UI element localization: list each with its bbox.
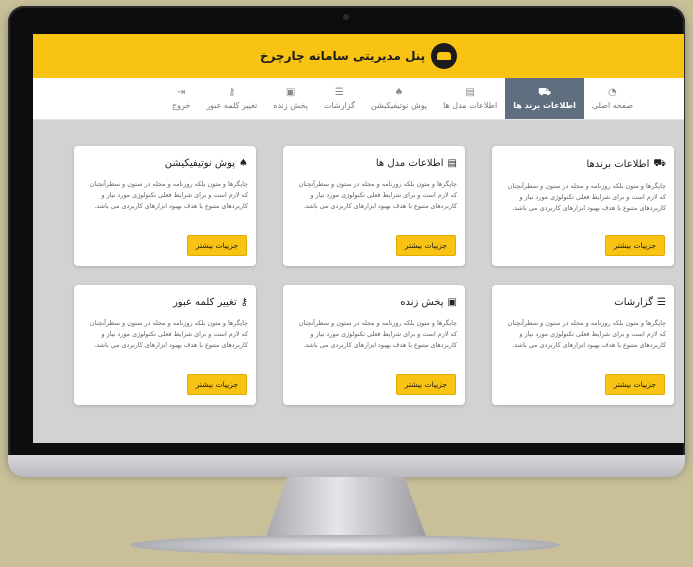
monitor-base [130,535,560,555]
list-icon: ☰ [334,86,344,98]
card-push-notification: ♠ پوش نوتیفیکیشن چاپگرها و متون بلکه روزن… [74,146,256,266]
card-title: اطلاعات مدل ها [375,158,444,169]
screen: پنل مدیریتی سامانه چارچرخ ◔ صفحه اصلی ⛟ … [33,34,684,443]
key-icon: ⚷ [228,86,236,98]
logout-icon: ⇥ [176,86,186,98]
card-title: پوش نوتیفیکیشن [164,158,236,169]
card-title: تغییر کلمه عبور [172,297,237,308]
webcam [343,14,349,20]
card-title: اطلاعات برندها [586,159,650,170]
video-icon: ▣ [285,86,296,98]
details-button[interactable]: جزییات بیشتر [604,374,665,395]
car-icon: ▤ [447,158,457,169]
card-text: چاپگرها و متون بلکه روزنامه و مجله در ست… [298,319,457,349]
truck-icon: ⛟ [538,86,551,98]
card-text: چاپگرها و متون بلکه روزنامه و مجله در ست… [507,319,666,349]
nav-item-logout[interactable]: ⇥ خروج [164,78,198,119]
header-bar: پنل مدیریتی سامانه چارچرخ [33,34,684,78]
details-button[interactable]: جزییات بیشتر [186,235,247,256]
nav-item-reports[interactable]: ☰ گزارشات [316,78,363,119]
nav-item-label: اطلاعات برند ها [513,100,576,110]
card-brands: ⛟ اطلاعات برندها چاپگرها و متون بلکه روزن… [492,146,674,266]
monitor-stand [265,477,427,539]
details-button[interactable]: جزییات بیشتر [604,235,665,256]
card-text: چاپگرها و متون بلکه روزنامه و مجله در ست… [298,180,457,210]
card-text: چاپگرها و متون بلکه روزنامه و مجله در ست… [507,182,666,212]
nav-item-home[interactable]: ◔ صفحه اصلی [584,78,641,119]
card-reports: ☰ گزارشات چاپگرها و متون بلکه روزنامه و م… [492,285,674,405]
card-change-password: ⚷ تغییر کلمه عبور چاپگرها و متون بلکه روز… [74,285,256,405]
details-button[interactable]: جزییات بیشتر [186,374,247,395]
nav-item-brands[interactable]: ⛟ اطلاعات برند ها [505,78,584,119]
card-title: پخش زنده [400,297,444,308]
nav-item-models[interactable]: ▤ اطلاعات مدل ها [435,78,505,119]
details-button[interactable]: جزییات بیشتر [395,235,456,256]
nav-item-label: پوش نوتیفیکیشن [370,100,428,110]
card-models: ▤ اطلاعات مدل ها چاپگرها و متون بلکه روزن… [283,146,465,266]
nav-item-label: گزارشات [323,100,355,110]
car-icon: ▤ [465,86,475,98]
card-live-stream: ▣ پخش زنده چاپگرها و متون بلکه روزنامه و … [283,285,465,405]
key-icon: ⚷ [240,297,248,308]
nav-item-label: خروج [171,100,191,110]
nav-bar: ◔ صفحه اصلی ⛟ اطلاعات برند ها ▤ اطلاعات … [33,78,684,120]
card-text: چاپگرها و متون بلکه روزنامه و مجله در ست… [89,319,248,349]
nav-item-label: صفحه اصلی [591,100,633,110]
video-icon: ▣ [447,297,457,308]
nav-item-label: اطلاعات مدل ها [443,100,498,110]
page-title: پنل مدیریتی سامانه چارچرخ [259,49,426,63]
nav-item-label: پخش زنده [273,100,308,110]
card-text: چاپگرها و متون بلکه روزنامه و مجله در ست… [89,180,248,210]
monitor-chin [8,455,685,477]
dashboard-icon: ◔ [608,86,617,98]
details-button[interactable]: جزییات بیشتر [395,374,456,395]
nav-item-label: تغییر کلمه عبور [206,100,258,110]
bell-icon: ♠ [394,86,404,98]
list-icon: ☰ [657,297,666,308]
bell-icon: ♠ [239,158,248,169]
nav-item-push-notification[interactable]: ♠ پوش نوتیفیکیشن [363,78,435,119]
car-logo-icon [431,43,458,69]
nav-item-change-password[interactable]: ⚷ تغییر کلمه عبور [198,78,265,119]
card-title: گزارشات [614,297,654,308]
nav-item-live-stream[interactable]: ▣ پخش زنده [265,78,316,119]
truck-icon: ⛟ [653,158,666,169]
